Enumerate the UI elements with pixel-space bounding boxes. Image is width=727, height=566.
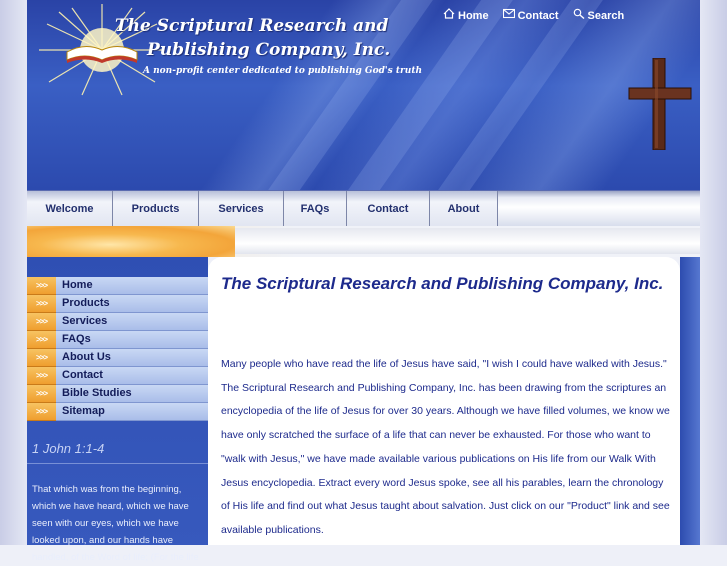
verse-box: 1 John 1:1-4 That which was from the beg… [27,433,208,563]
tab-faqs[interactable]: FAQs [284,191,347,227]
tab-products[interactable]: Products [113,191,199,227]
double-arrow-icon: >>> [27,403,56,421]
main-nav: Welcome Products Services FAQs Contact A… [27,190,700,227]
orange-glow-decoration [27,226,235,257]
content-right-edge [680,257,700,545]
magnifier-icon [573,8,584,19]
double-arrow-icon: >>> [27,349,56,367]
double-arrow-icon: >>> [27,295,56,313]
sidebar-item-about-us[interactable]: >>> About Us [27,349,208,367]
tab-welcome[interactable]: Welcome [27,191,113,227]
top-link-search-label: Search [587,10,625,22]
tab-about[interactable]: About [430,191,498,227]
verse-divider [27,463,208,464]
sidebar-item-contact[interactable]: >>> Contact [27,367,208,385]
sidebar-item-sitemap[interactable]: >>> Sitemap [27,403,208,421]
tab-services[interactable]: Services [199,191,284,227]
main-content: The Scriptural Research and Publishing C… [208,257,680,545]
right-page-shading [700,0,727,545]
site-title-line1: The Scriptural Research and [115,16,389,36]
site-title: The Scriptural Research and Publishing C… [115,14,390,62]
double-arrow-icon: >>> [27,385,56,403]
tab-contact[interactable]: Contact [347,191,430,227]
sidebar-item-home[interactable]: >>> Home [27,277,208,295]
top-link-search[interactable]: Search [573,8,625,22]
sidebar-item-label: FAQs [56,331,208,349]
left-sidebar: >>> Home >>> Products >>> Services >>> F… [27,257,208,563]
left-page-shading [0,0,27,545]
sidebar-item-label: Home [56,277,208,295]
top-link-contact-label: Contact [517,10,559,22]
verse-title: 1 John 1:1-4 [32,441,105,456]
sidebar-item-label: About Us [56,349,208,367]
home-icon [443,7,455,19]
sidebar-item-label: Contact [56,367,208,385]
double-arrow-icon: >>> [27,313,56,331]
header-banner: The Scriptural Research and Publishing C… [27,0,700,190]
sidebar-item-label: Products [56,295,208,313]
sidebar-item-products[interactable]: >>> Products [27,295,208,313]
sidebar-item-label: Bible Studies [56,385,208,403]
sidebar-item-label: Services [56,313,208,331]
top-link-contact[interactable]: Contact [502,8,559,22]
intro-paragraph: Many people who have read the life of Je… [221,358,670,536]
top-link-home[interactable]: Home [443,7,489,22]
sidebar-item-bible-studies[interactable]: >>> Bible Studies [27,385,208,403]
sidebar-item-label: Sitemap [56,403,208,421]
double-arrow-icon: >>> [27,331,56,349]
double-arrow-icon: >>> [27,277,56,295]
top-links: Home Contact Search [443,7,625,22]
decorative-strip [27,226,700,257]
sidebar-item-faqs[interactable]: >>> FAQs [27,331,208,349]
top-link-home-label: Home [458,10,489,22]
wooden-cross-icon [628,58,692,150]
verse-text: That which was from the beginning, which… [32,484,199,563]
sidebar-item-services[interactable]: >>> Services [27,313,208,331]
grey-bar-decoration [235,228,700,254]
sidebar-menu: >>> Home >>> Products >>> Services >>> F… [27,277,208,421]
page-title: The Scriptural Research and Publishing C… [221,274,664,293]
site-tagline: A non-profit center dedicated to publish… [143,66,423,76]
envelope-icon [502,8,515,18]
site-title-line2: Publishing Company, Inc. [147,40,391,60]
double-arrow-icon: >>> [27,367,56,385]
